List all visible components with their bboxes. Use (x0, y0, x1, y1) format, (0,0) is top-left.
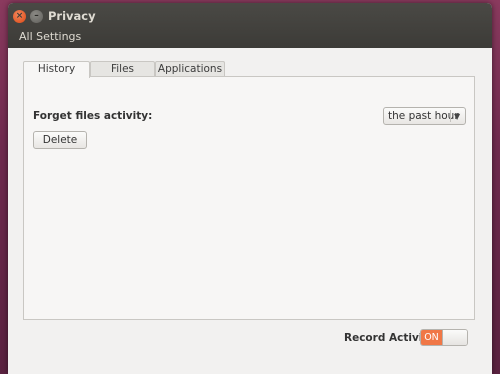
close-window-icon[interactable]: × (13, 10, 26, 23)
dropdown-separator (450, 110, 451, 122)
toggle-state-label: ON (421, 330, 442, 345)
window-title: Privacy (48, 9, 96, 23)
record-activity-toggle[interactable]: ON (420, 329, 468, 346)
delete-button[interactable]: Delete (33, 131, 87, 149)
forget-files-label: Forget files activity: (33, 110, 153, 122)
minimize-window-icon[interactable]: – (30, 10, 43, 23)
history-panel: Forget files activity: Delete the past h… (23, 76, 475, 320)
toggle-knob[interactable] (442, 330, 467, 345)
all-settings-button[interactable]: All Settings (19, 30, 81, 43)
tab-history[interactable]: History (23, 61, 90, 78)
period-selected-value: the past hour (388, 110, 459, 122)
tab-applications[interactable]: Applications (155, 61, 225, 77)
privacy-window: × – Privacy All Settings History Files A… (8, 3, 492, 374)
tab-files[interactable]: Files (90, 61, 155, 77)
period-dropdown[interactable]: the past hour ▼ (383, 107, 466, 125)
chevron-down-icon: ▼ (454, 112, 461, 121)
titlebar: × – Privacy All Settings (8, 3, 492, 48)
